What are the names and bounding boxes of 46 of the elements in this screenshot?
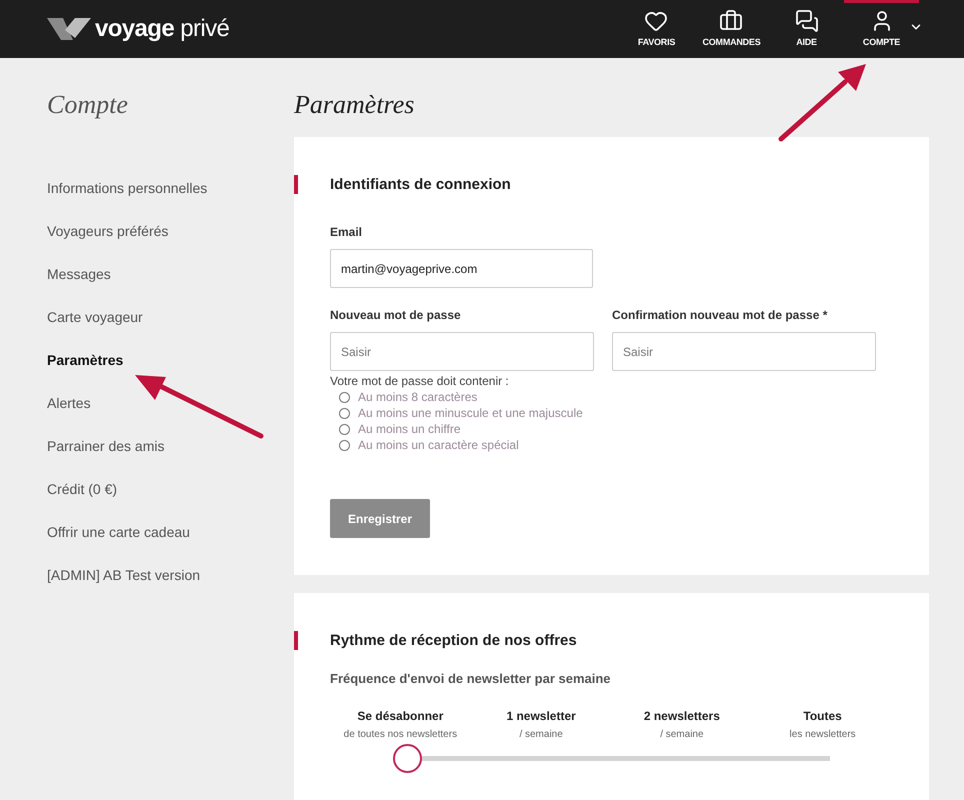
page-title: Paramètres <box>294 92 416 118</box>
sidebar-item[interactable]: [ADMIN] AB Test version <box>47 565 200 586</box>
option-title: 2 newsletters <box>644 708 720 724</box>
option-subtitle: / semaine <box>519 728 563 742</box>
section-subheading: Fréquence d'envoi de newsletter par semaine <box>329 670 612 688</box>
rule-text: Au moins 8 caractères <box>358 389 478 406</box>
nav-item[interactable]: AIDE <box>794 8 818 50</box>
nav-item[interactable]: COMMANDES <box>702 8 760 50</box>
field-label: Confirmation nouveau mot de passe * <box>612 307 828 324</box>
briefcase-icon <box>719 8 744 33</box>
option-title: Toutes <box>803 708 842 724</box>
rule-text: Au moins un caractère spécial <box>358 437 519 454</box>
sidebar-item[interactable]: Parrainer des amis <box>47 436 164 457</box>
logo-icon <box>47 16 91 42</box>
sidebar-item[interactable]: Messages <box>47 264 111 285</box>
option-title: Se désabonner <box>357 708 444 724</box>
sidebar-item[interactable]: Voyageurs préférés <box>47 221 168 242</box>
sidebar-item[interactable]: Alertes <box>47 393 91 414</box>
slider-thumb[interactable] <box>393 744 422 772</box>
sidebar-title: Compte <box>47 92 129 118</box>
save-button[interactable]: Enregistrer <box>330 499 430 538</box>
rule-text: Au moins un chiffre <box>358 421 460 438</box>
sidebar-item[interactable]: Paramètres <box>47 350 124 371</box>
sidebar-item[interactable]: Informations personnelles <box>47 178 208 199</box>
logo-text: voyage privé <box>95 17 230 41</box>
email-field[interactable]: martin@voyageprive.com <box>330 249 593 288</box>
rule-text: Au moins une minuscule et une majuscule <box>358 405 583 422</box>
section-marker <box>294 631 298 650</box>
option-subtitle: les newsletters <box>790 728 856 742</box>
password-field[interactable]: Saisir <box>612 332 876 371</box>
sidebar-item[interactable]: Offrir une carte cadeau <box>47 522 190 543</box>
section-heading: Rythme de réception de nos offres <box>330 631 578 650</box>
option-title: 1 newsletter <box>506 708 576 724</box>
option-subtitle: / semaine <box>660 728 704 742</box>
field-label: Nouveau mot de passe <box>330 307 462 324</box>
option-subtitle: de toutes nos newsletters <box>344 728 458 742</box>
section-heading: Identifiants de connexion <box>330 175 512 194</box>
nav-item[interactable]: COMPTE <box>862 8 900 50</box>
sidebar-item[interactable]: Carte voyageur <box>47 307 143 328</box>
sidebar-item[interactable]: Crédit (0 €) <box>47 479 118 500</box>
section-marker <box>294 175 298 194</box>
nav-item[interactable]: FAVORIS <box>638 8 676 50</box>
chat-icon <box>794 8 818 33</box>
field-label: Email <box>330 224 364 241</box>
password-field[interactable]: Saisir <box>330 332 594 371</box>
rules-title: Votre mot de passe doit contenir : <box>330 373 510 389</box>
